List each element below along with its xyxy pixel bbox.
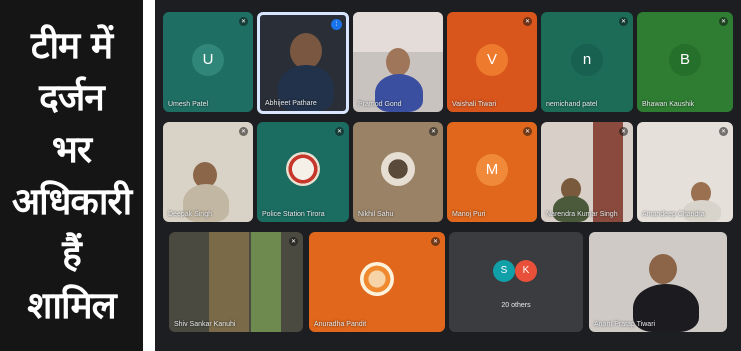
participant-name: Narendra Kumar Singh (546, 211, 618, 218)
participant-video (593, 122, 623, 222)
mic-off-icon: ✕ (619, 17, 628, 26)
participant-video (209, 232, 249, 332)
divider (143, 0, 155, 351)
participant-video (386, 48, 410, 76)
headline-line: दर्जन (39, 75, 105, 119)
participant-tile[interactable]: B ✕ Bhawan Kaushik (637, 12, 733, 112)
participant-video (251, 232, 281, 332)
participant-avatar: M (476, 154, 508, 186)
participant-tile[interactable]: ✕ Deepak Singh (163, 122, 253, 222)
headline-line: भर (51, 127, 92, 171)
others-avatar: S (493, 260, 515, 282)
others-avatar: K (515, 260, 537, 282)
participant-video (290, 33, 322, 69)
mic-off-icon: ✕ (431, 237, 440, 246)
mic-off-icon: ✕ (239, 127, 248, 136)
participant-avatar: B (669, 44, 701, 76)
participant-avatar: U (192, 44, 224, 76)
headline-line: शामिल (27, 283, 117, 327)
participant-name: Bhawan Kaushik (642, 101, 695, 108)
participant-video (649, 254, 677, 284)
headline-line: टीम में (30, 23, 113, 67)
participant-tile[interactable]: Anant Pratap Tiwari (589, 232, 727, 332)
others-count: 20 others (501, 302, 531, 309)
headline-line: हैं (62, 231, 82, 275)
mic-off-icon: ✕ (335, 127, 344, 136)
participant-name: Pramod Gond (358, 101, 402, 108)
headline-line: अधिकारी (11, 179, 132, 223)
participant-name: Anuradha Pandit (314, 321, 367, 328)
meeting-grid: U ✕ Umesh Patel ⦙ Abhijeet Pathare Pramo… (155, 0, 741, 351)
participant-name: Amandeep Chandra (642, 211, 705, 218)
speaking-icon: ⦙ (331, 19, 342, 30)
participant-name: nemichand patel (546, 101, 598, 108)
om-logo-icon (360, 262, 394, 296)
mic-off-icon: ✕ (719, 127, 728, 136)
mic-off-icon: ✕ (239, 17, 248, 26)
participant-tile[interactable]: ✕ Police Station Tirora (257, 122, 349, 222)
participant-tile[interactable]: ✕ Shiv Sankar Kanuhi (169, 232, 303, 332)
participant-avatar: n (571, 44, 603, 76)
mic-off-icon: ✕ (719, 17, 728, 26)
participant-tile[interactable]: M ✕ Manoj Puri (447, 122, 537, 222)
participant-tile[interactable]: ✕ Anuradha Pandit (309, 232, 445, 332)
mic-off-icon: ✕ (523, 127, 532, 136)
participant-name: Umesh Patel (168, 101, 209, 108)
participant-name: Vaishali Tiwari (452, 101, 497, 108)
participant-tile[interactable]: S K 20 others (449, 232, 583, 332)
participant-tile[interactable]: Pramod Gond (353, 12, 443, 112)
participant-name: Abhijeet Pathare (265, 100, 317, 107)
participant-tile[interactable]: V ✕ Vaishali Tiwari (447, 12, 537, 112)
participant-name: Police Station Tirora (262, 211, 325, 218)
mic-off-icon: ✕ (523, 17, 532, 26)
participant-name: Anant Pratap Tiwari (594, 321, 656, 328)
participant-tile[interactable]: ✕ Narendra Kumar Singh (541, 122, 633, 222)
participant-name: Shiv Sankar Kanuhi (174, 321, 236, 328)
participant-video (353, 12, 443, 52)
headline-panel: टीम में दर्जन भर अधिकारी हैं शामिल (0, 0, 143, 351)
mic-off-icon: ✕ (619, 127, 628, 136)
mic-off-icon: ✕ (429, 127, 438, 136)
mic-off-icon: ✕ (289, 237, 298, 246)
participant-avatar: V (476, 44, 508, 76)
participant-tile[interactable]: ⦙ Abhijeet Pathare (257, 12, 349, 114)
participant-video (553, 196, 589, 222)
participant-tile[interactable]: ✕ Nikhil Sahu (353, 122, 443, 222)
police-logo-icon (286, 152, 320, 186)
participant-name: Nikhil Sahu (358, 211, 394, 218)
participant-tile[interactable]: U ✕ Umesh Patel (163, 12, 253, 112)
participant-tile[interactable]: ✕ Amandeep Chandra (637, 122, 733, 222)
participant-tile[interactable]: n ✕ nemichand patel (541, 12, 633, 112)
participant-name: Manoj Puri (452, 211, 486, 218)
participant-photo (381, 152, 415, 186)
participant-name: Deepak Singh (168, 211, 212, 218)
